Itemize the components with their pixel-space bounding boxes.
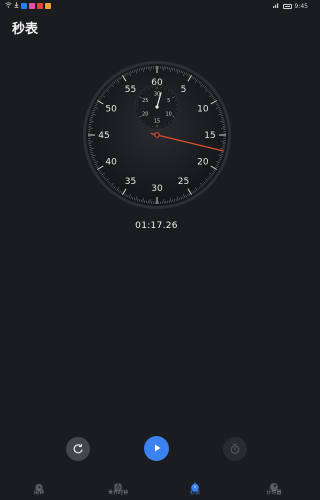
sub-dial-label: 5 [167, 98, 170, 104]
nav-label-timer: 计时器 [266, 490, 282, 496]
nav-label-world-clock: 世界时钟 [107, 490, 128, 496]
status-icons-left [5, 2, 51, 10]
nav-item-alarm[interactable]: 闹钟 [9, 474, 69, 500]
dial-label: 35 [125, 177, 136, 187]
dial-label: 10 [197, 105, 209, 115]
app-icon-pink [29, 3, 35, 9]
dial-label: 50 [105, 105, 117, 115]
stopwatch-dial: 60 5 10 15 20 25 30 35 40 45 50 55 30 5 10 15 20 25 [82, 60, 232, 210]
bottom-nav: 闹钟 世界时钟 秒表 计时器 [0, 474, 313, 500]
app-icon-red [37, 3, 43, 9]
lap-button[interactable] [223, 437, 247, 461]
status-bar: 9:45 [0, 0, 313, 12]
dial-label: 15 [204, 131, 215, 141]
sub-dial-label: 25 [142, 98, 148, 104]
dial-pivot [154, 132, 160, 138]
start-button[interactable] [144, 436, 169, 461]
app-icon-blue [21, 3, 27, 9]
dial-label: 45 [98, 131, 109, 141]
sub-dial-label: 10 [166, 112, 172, 118]
status-time: 9:45 [294, 2, 308, 10]
timer-icon [269, 477, 279, 491]
sub-dial-label: 30 [154, 91, 160, 97]
globe-icon [113, 477, 123, 492]
dial-label: 5 [181, 85, 187, 95]
sub-dial-label: 20 [142, 112, 148, 118]
stopwatch-icon [190, 477, 200, 492]
lap-timer-icon [229, 440, 241, 459]
nav-item-world-clock[interactable]: 世界时钟 [88, 474, 148, 500]
nav-item-timer[interactable]: 计时器 [244, 474, 304, 500]
sub-dial-label: 15 [154, 118, 160, 124]
dial-label: 55 [125, 85, 136, 95]
nav-label-alarm: 闹钟 [33, 490, 44, 496]
sub-dial-pivot [155, 105, 159, 109]
page-title: 秒表 [12, 22, 39, 37]
nav-label-stopwatch: 秒表 [189, 490, 200, 496]
battery-icon [282, 3, 292, 9]
dial-label: 20 [197, 158, 209, 168]
wifi-icon [5, 2, 12, 10]
reset-icon [72, 440, 84, 459]
status-icons-right: 9:45 [272, 2, 308, 10]
play-icon [151, 439, 163, 458]
elapsed-time: 01:17.26 [135, 221, 178, 231]
reset-button[interactable] [66, 437, 90, 461]
app-icon-orange [45, 3, 51, 9]
alarm-icon [34, 477, 44, 492]
dial-label: 40 [105, 158, 117, 168]
dial-label: 25 [178, 177, 189, 187]
download-icon [14, 2, 19, 10]
stopwatch-dial-graphic: 60510152025303540455055 30510152025 [83, 61, 231, 209]
dial-label: 30 [151, 184, 163, 194]
signal-icon [272, 2, 280, 10]
nav-item-stopwatch[interactable]: 秒表 [165, 474, 225, 500]
